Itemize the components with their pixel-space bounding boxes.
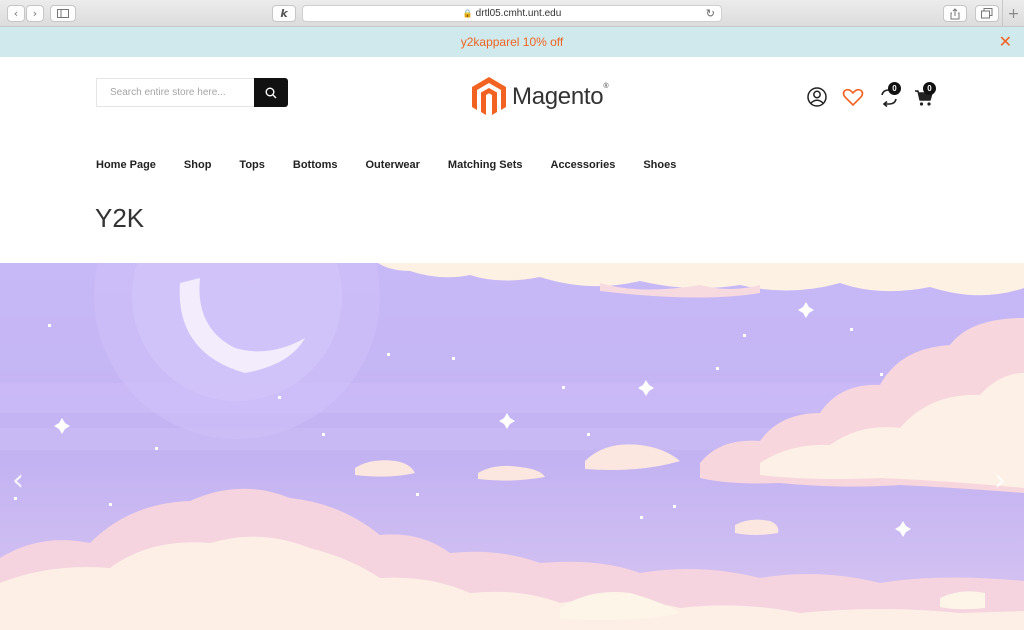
cart-count-badge: 0 bbox=[923, 82, 936, 95]
search-input[interactable] bbox=[96, 78, 254, 107]
share-button[interactable] bbox=[943, 5, 967, 22]
address-bar[interactable]: 🔒 drtl05.cmht.unt.edu ↻ bbox=[302, 5, 722, 22]
hero-banner bbox=[0, 263, 1024, 630]
extension-button[interactable]: k bbox=[272, 5, 296, 22]
compare-button[interactable]: 0 bbox=[878, 82, 901, 108]
promo-text[interactable]: y2kapparel 10% off bbox=[461, 35, 564, 49]
nav-item-tops[interactable]: Tops bbox=[239, 159, 264, 171]
reload-icon[interactable]: ↻ bbox=[706, 7, 715, 20]
logo-text: Magento® bbox=[512, 83, 609, 110]
search-form bbox=[96, 78, 288, 107]
lock-icon: 🔒 bbox=[462, 9, 473, 18]
chevron-left-icon: ‹ bbox=[12, 463, 24, 498]
share-icon bbox=[950, 7, 960, 19]
close-icon[interactable]: ✕ bbox=[999, 32, 1012, 51]
plus-icon: + bbox=[1007, 5, 1020, 22]
back-button[interactable]: ‹ bbox=[7, 5, 25, 22]
tabs-overview-button[interactable] bbox=[975, 5, 999, 22]
user-icon bbox=[807, 87, 827, 107]
search-icon bbox=[265, 87, 277, 98]
url-text: drtl05.cmht.unt.edu bbox=[475, 8, 562, 19]
nav-item-bottoms[interactable]: Bottoms bbox=[293, 159, 338, 171]
nav-item-accessories[interactable]: Accessories bbox=[551, 159, 616, 171]
promo-bar: y2kapparel 10% off ✕ bbox=[0, 27, 1024, 57]
carousel-prev-button[interactable]: ‹ bbox=[12, 463, 24, 498]
compare-count-badge: 0 bbox=[888, 82, 901, 95]
magento-logo-icon bbox=[472, 77, 506, 115]
nav-item-home-page[interactable]: Home Page bbox=[96, 159, 156, 171]
chevron-right-icon: › bbox=[994, 463, 1006, 498]
nav-item-outerwear[interactable]: Outerwear bbox=[366, 159, 420, 171]
main-navigation: Home Page Shop Tops Bottoms Outerwear Ma… bbox=[96, 159, 704, 171]
chevron-right-icon: › bbox=[32, 7, 38, 20]
account-button[interactable] bbox=[806, 86, 828, 108]
search-button[interactable] bbox=[254, 78, 288, 107]
forward-button[interactable]: › bbox=[26, 5, 44, 22]
nav-item-shoes[interactable]: Shoes bbox=[643, 159, 676, 171]
extension-icon: k bbox=[280, 7, 288, 20]
wishlist-button[interactable] bbox=[842, 86, 864, 108]
pixel-sky-image bbox=[0, 263, 1024, 630]
browser-toolbar: ‹ › k 🔒 drtl05.cmht.unt.edu ↻ + bbox=[0, 0, 1024, 27]
page-title: Y2K bbox=[95, 203, 145, 233]
nav-item-shop[interactable]: Shop bbox=[184, 159, 212, 171]
cart-button[interactable]: 0 bbox=[914, 82, 936, 108]
new-tab-button[interactable]: + bbox=[1002, 0, 1024, 27]
site-logo[interactable]: Magento® bbox=[472, 77, 608, 117]
sidebar-icon bbox=[57, 9, 69, 18]
nav-item-matching-sets[interactable]: Matching Sets bbox=[448, 159, 523, 171]
heart-icon bbox=[842, 88, 864, 107]
sidebar-toggle-button[interactable] bbox=[50, 5, 76, 22]
carousel-next-button[interactable]: › bbox=[994, 463, 1006, 498]
chevron-left-icon: ‹ bbox=[13, 7, 19, 20]
tabs-icon bbox=[981, 8, 993, 19]
